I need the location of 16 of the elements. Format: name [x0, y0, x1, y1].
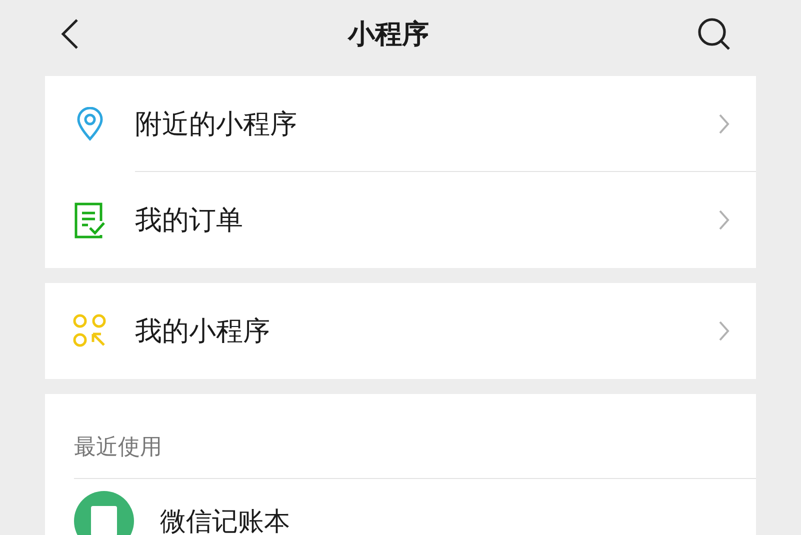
location-pin-icon: [76, 107, 104, 141]
search-button[interactable]: [697, 17, 731, 51]
menu-item[interactable]: 我的订单: [45, 172, 756, 268]
menu-item[interactable]: 附近的小程序: [45, 76, 756, 172]
back-button[interactable]: [60, 18, 80, 50]
chevron-icon: [718, 113, 730, 135]
chevron-icon: [718, 320, 730, 342]
apps-icon: [73, 314, 107, 348]
section-heading: 最近使用: [74, 435, 162, 460]
chevron-icon: [718, 209, 730, 231]
menu-item[interactable]: 我的小程序: [45, 283, 756, 379]
search-icon: [697, 17, 731, 51]
checklist-icon: [73, 201, 107, 239]
recent-app-item[interactable]: 微信记账本: [74, 479, 756, 535]
page-title: 小程序: [348, 18, 429, 52]
back-icon: [60, 18, 80, 50]
